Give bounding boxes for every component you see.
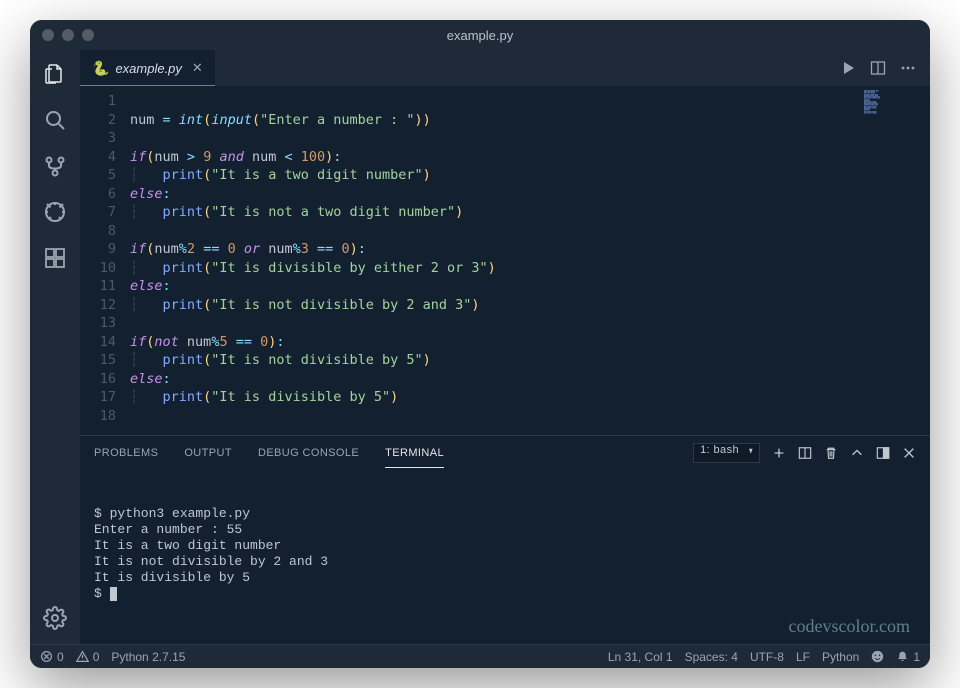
tab-filename: example.py — [115, 61, 181, 76]
status-bar: 0 0 Python 2.7.15 Ln 31, Col 1 Spaces: 4… — [30, 644, 930, 668]
code-content: num = int(input("Enter a number : "))if(… — [130, 92, 930, 425]
source-control-icon[interactable] — [41, 152, 69, 180]
minimize-window-button[interactable] — [62, 29, 74, 41]
split-terminal-icon[interactable] — [798, 446, 812, 460]
explorer-icon[interactable] — [41, 60, 69, 88]
window-title: example.py — [30, 28, 930, 43]
status-python-version[interactable]: Python 2.7.15 — [111, 650, 185, 664]
panel-tabbar: PROBLEMS OUTPUT DEBUG CONSOLE TERMINAL 1… — [80, 436, 930, 470]
settings-gear-icon[interactable] — [41, 604, 69, 632]
close-panel-icon[interactable] — [902, 446, 916, 460]
code-editor[interactable]: 123456789101112131415161718 num = int(in… — [80, 86, 930, 435]
run-icon[interactable] — [840, 60, 856, 76]
terminal-content[interactable]: $ python3 example.pyEnter a number : 55I… — [80, 470, 930, 644]
panel-actions: 1: bash — [693, 443, 916, 463]
maximize-panel-icon[interactable] — [850, 446, 864, 460]
search-icon[interactable] — [41, 106, 69, 134]
new-terminal-icon[interactable] — [772, 446, 786, 460]
window-controls — [42, 29, 94, 41]
panel-tab-terminal[interactable]: TERMINAL — [385, 439, 444, 468]
panel-tab-output[interactable]: OUTPUT — [184, 439, 232, 467]
status-cursor-position[interactable]: Ln 31, Col 1 — [608, 650, 673, 664]
line-number-gutter: 123456789101112131415161718 — [80, 92, 130, 425]
close-window-button[interactable] — [42, 29, 54, 41]
maximize-window-button[interactable] — [82, 29, 94, 41]
watermark-text: codevscolor.com — [789, 618, 910, 634]
kill-terminal-icon[interactable] — [824, 446, 838, 460]
status-language[interactable]: Python — [822, 650, 859, 664]
panel-tab-debug[interactable]: DEBUG CONSOLE — [258, 439, 359, 467]
status-errors[interactable]: 0 — [40, 650, 64, 664]
activity-bar — [30, 50, 80, 644]
editor-group: 🐍 example.py ✕ 1234567891011121314151617… — [80, 50, 930, 644]
extensions-icon[interactable] — [41, 244, 69, 272]
bottom-panel: PROBLEMS OUTPUT DEBUG CONSOLE TERMINAL 1… — [80, 435, 930, 644]
editor-tab[interactable]: 🐍 example.py ✕ — [80, 50, 215, 86]
status-notifications[interactable]: 1 — [896, 650, 920, 664]
panel-tab-problems[interactable]: PROBLEMS — [94, 439, 158, 467]
status-eol[interactable]: LF — [796, 650, 810, 664]
python-file-icon: 🐍 — [92, 60, 109, 77]
editor-actions — [840, 50, 930, 86]
close-tab-icon[interactable]: ✕ — [192, 60, 203, 76]
more-actions-icon[interactable] — [900, 60, 916, 76]
status-encoding[interactable]: UTF-8 — [750, 650, 784, 664]
terminal-selector[interactable]: 1: bash — [693, 443, 760, 463]
editor-tabbar: 🐍 example.py ✕ — [80, 50, 930, 86]
titlebar: example.py — [30, 20, 930, 50]
split-editor-icon[interactable] — [870, 60, 886, 76]
status-feedback-icon[interactable] — [871, 650, 884, 663]
toggle-panel-layout-icon[interactable] — [876, 446, 890, 460]
debug-icon[interactable] — [41, 198, 69, 226]
vscode-window: example.py — [30, 20, 930, 668]
status-indentation[interactable]: Spaces: 4 — [685, 650, 738, 664]
status-warnings[interactable]: 0 — [76, 650, 100, 664]
